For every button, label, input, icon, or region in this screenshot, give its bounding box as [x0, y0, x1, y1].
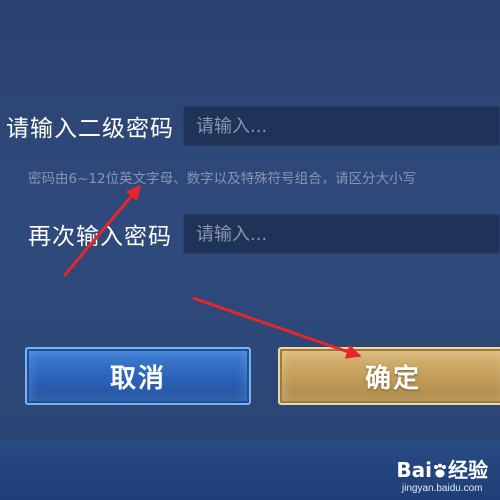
confirm-password-label: 再次输入密码 [28, 224, 172, 250]
confirm-button[interactable]: 确定 [278, 347, 500, 405]
watermark-url: jingyan.baidu.com [401, 483, 483, 494]
watermark-logo: Bai 经验 [396, 454, 488, 483]
cancel-button-label: 取消 [109, 363, 166, 394]
baidu-paw-icon [434, 463, 446, 478]
confirm-button-label: 确定 [364, 363, 421, 394]
password-field-box [183, 106, 500, 146]
password-label: 请输入二级密码 [6, 116, 174, 142]
confirm-password-input[interactable] [184, 215, 499, 253]
password-input[interactable] [184, 107, 499, 145]
baidu-jingyan-watermark: Bai 经验 jingyan.baidu.com [396, 454, 488, 494]
secondary-password-dialog: 请输入二级密码 密码由6~12位英文字母、数字以及特殊符号组合，请区分大小写 再… [0, 0, 500, 440]
watermark-logo-prefix: Bai [396, 458, 432, 482]
watermark-logo-suffix: 经验 [448, 458, 488, 482]
cancel-button[interactable]: 取消 [25, 347, 251, 405]
confirm-password-field-box [183, 214, 500, 254]
password-rule-hint: 密码由6~12位英文字母、数字以及特殊符号组合，请区分大小写 [28, 171, 417, 187]
